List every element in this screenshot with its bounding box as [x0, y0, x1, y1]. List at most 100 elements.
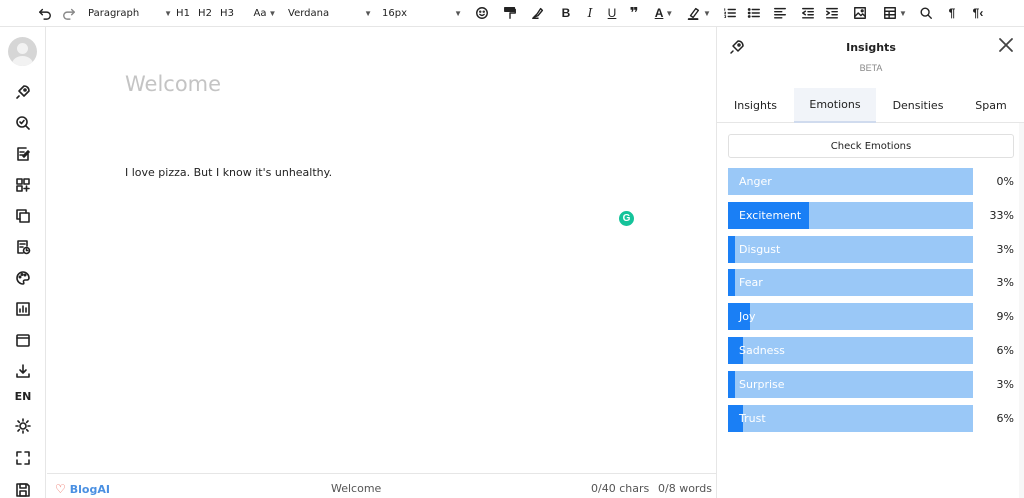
emotion-bar: Fear — [728, 269, 973, 297]
font-size-select[interactable]: 16px ▼ — [382, 0, 462, 26]
panel-title: Insights — [846, 41, 896, 54]
emotion-percent: 6% — [996, 344, 1014, 357]
emotion-percent: 33% — [989, 208, 1014, 222]
font-family-value: Verdana — [288, 7, 330, 19]
download-icon[interactable] — [12, 360, 34, 382]
chevron-down-icon: ▼ — [364, 8, 372, 18]
search-icon[interactable] — [918, 0, 934, 26]
redo-icon[interactable] — [60, 0, 78, 26]
heading-3-button[interactable]: H3 — [220, 0, 234, 26]
emotion-row: Excitement 33% — [728, 201, 1018, 229]
beta-badge: BETA — [859, 63, 883, 73]
ltr-direction-icon[interactable]: ¶ — [944, 0, 960, 26]
emoji-icon[interactable] — [474, 0, 490, 26]
numbered-list-icon[interactable] — [722, 0, 738, 26]
emotion-bar: Disgust — [728, 235, 973, 263]
scheduled-document-icon[interactable] — [12, 236, 34, 258]
tab-emotions[interactable]: Emotions — [794, 88, 876, 123]
emotion-percent: 0% — [996, 175, 1014, 188]
chevron-down-icon: ▼ — [268, 8, 277, 18]
avatar[interactable] — [8, 37, 37, 66]
emotion-percent: 3% — [996, 242, 1014, 256]
rocket-icon[interactable] — [12, 81, 34, 103]
outdent-icon[interactable] — [800, 0, 816, 26]
tab-insights[interactable]: Insights — [717, 88, 794, 123]
emotion-row: Trust 6% — [728, 404, 1018, 432]
status-bar: ♡ BlogAI Welcome 0/40 chars 0/8 words — [47, 473, 716, 498]
check-emotions-button[interactable]: Check Emotions — [728, 134, 1014, 158]
word-count: 0/8 words — [658, 482, 712, 495]
text-size-label: Aa — [253, 7, 267, 19]
footer-document-title: Welcome — [331, 482, 382, 495]
block-format-select[interactable]: Paragraph ▼ — [88, 0, 172, 26]
rtl-direction-icon[interactable]: ¶‹ — [970, 0, 986, 26]
clear-format-icon[interactable] — [530, 0, 546, 26]
heart-icon: ♡ — [55, 482, 66, 496]
insights-panel: Insights BETA Insights Emotions Densitie… — [716, 27, 1024, 498]
emotion-label: Excitement — [739, 208, 802, 222]
font-size-value: 16px — [382, 7, 407, 19]
panel-tabs: Insights Emotions Densities Spam — [717, 88, 1024, 123]
copy-icon[interactable] — [12, 205, 34, 227]
emotion-label: Disgust — [739, 242, 781, 256]
underline-icon[interactable]: U — [604, 0, 620, 26]
add-block-icon[interactable] — [12, 174, 34, 196]
search-analysis-icon[interactable] — [12, 112, 34, 134]
panel-scrollbar[interactable] — [1019, 123, 1024, 498]
text-color-icon[interactable]: A ▼ — [650, 0, 678, 26]
brand-name: BlogAI — [69, 482, 110, 496]
archive-icon[interactable] — [12, 329, 34, 351]
align-left-icon[interactable] — [772, 0, 788, 26]
emotion-label: Surprise — [739, 377, 785, 391]
font-family-select[interactable]: Verdana ▼ — [288, 0, 372, 26]
bullet-list-icon[interactable] — [746, 0, 762, 26]
close-icon[interactable] — [997, 36, 1015, 54]
brightness-icon[interactable] — [12, 415, 34, 437]
analytics-chart-icon[interactable] — [12, 298, 34, 320]
emotion-percent: 6% — [996, 411, 1014, 425]
italic-icon[interactable]: I — [582, 0, 598, 26]
emotion-label: Joy — [739, 310, 756, 324]
emotion-row: Sadness 6% — [728, 337, 1018, 364]
document-body-text[interactable]: I love pizza. But I know it's unhealthy. — [125, 166, 332, 179]
emotion-bar-fill — [728, 269, 735, 297]
image-icon[interactable] — [852, 0, 868, 26]
edit-document-icon[interactable] — [12, 143, 34, 165]
tab-densities[interactable]: Densities — [876, 88, 960, 123]
table-icon[interactable]: ▼ — [880, 0, 910, 26]
highlight-color-icon[interactable]: ▼ — [684, 0, 714, 26]
save-icon[interactable] — [12, 479, 34, 498]
editor-toolbar: Paragraph ▼ H1 H2 H3 Aa ▼ Verdana ▼ 16px… — [0, 0, 1024, 27]
fullscreen-icon[interactable] — [12, 447, 34, 469]
emotion-percent: 3% — [996, 276, 1014, 290]
emotion-bar: Trust — [728, 404, 973, 432]
undo-icon[interactable] — [36, 0, 54, 26]
brand-link[interactable]: ♡ BlogAI — [55, 482, 110, 496]
emotion-percent: 3% — [996, 377, 1014, 391]
emotion-row: Anger 0% — [728, 168, 1018, 195]
language-toggle[interactable]: EN — [0, 390, 46, 403]
emotion-bar-fill — [728, 370, 735, 398]
chevron-down-icon: ▼ — [454, 8, 462, 18]
chevron-down-icon: ▼ — [164, 8, 172, 18]
document-title-input[interactable]: Welcome — [125, 72, 221, 96]
emotion-bar: Sadness — [728, 337, 973, 364]
format-painter-icon[interactable] — [502, 0, 518, 26]
heading-1-button[interactable]: H1 — [176, 0, 190, 26]
emotion-row: Joy 9% — [728, 303, 1018, 331]
editor-area[interactable]: Welcome I love pizza. But I know it's un… — [47, 27, 716, 473]
heading-2-button[interactable]: H2 — [198, 0, 212, 26]
palette-icon[interactable] — [12, 267, 34, 289]
grammarly-icon[interactable]: G — [619, 211, 634, 226]
char-count: 0/40 chars — [591, 482, 650, 495]
left-sidebar: EN — [0, 27, 46, 498]
block-format-value: Paragraph — [88, 7, 140, 19]
text-size-select[interactable]: Aa ▼ — [250, 0, 280, 26]
emotion-bar: Joy — [728, 303, 973, 331]
emotion-row: Disgust 3% — [728, 235, 1018, 263]
indent-icon[interactable] — [824, 0, 840, 26]
tab-spam[interactable]: Spam — [960, 88, 1022, 123]
emotion-label: Trust — [739, 411, 766, 425]
bold-icon[interactable]: B — [558, 0, 574, 26]
blockquote-icon[interactable]: ❞ — [626, 0, 642, 26]
